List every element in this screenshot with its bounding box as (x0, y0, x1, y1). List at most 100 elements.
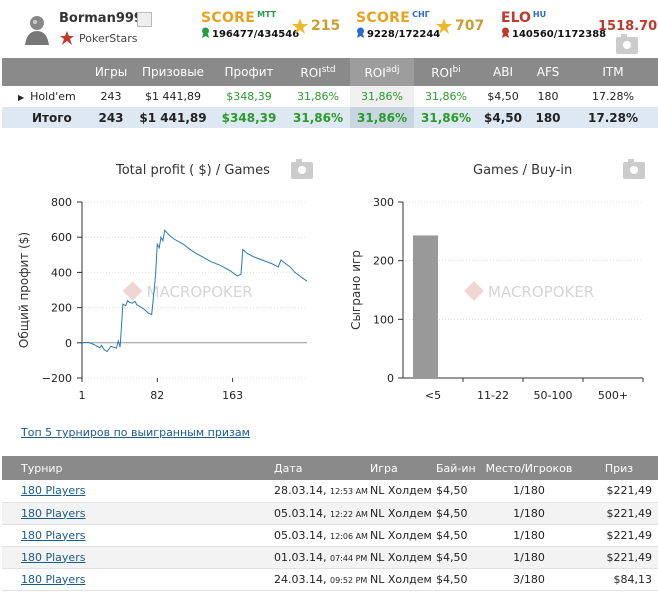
watermark-text: MACROPOKER (488, 283, 594, 301)
player-name[interactable]: Borman999 (59, 11, 143, 26)
table-row[interactable]: ▶ Hold'em 243 $1 441,89 $348,39 31,86% 31… (2, 86, 658, 107)
cell-game: NL Холдем (370, 546, 436, 569)
col-header-roi-adj[interactable]: ROIadj (350, 58, 414, 86)
elo-label: ELO (501, 10, 531, 26)
y-tick-label: 300 (373, 196, 394, 209)
total-games: 243 (88, 107, 134, 128)
table-row[interactable]: 180 Players 01.03.14, 07:44 PM NL Холдем $4… (2, 546, 658, 569)
cell-roi-std: 31,86% (297, 90, 339, 103)
table-row[interactable]: 180 Players 24.03.14, 09:52 PM NL Холдем $4… (2, 568, 658, 591)
x-tick-label: 11-22 (477, 389, 509, 402)
tournament-name-link[interactable]: 180 Players (2, 502, 274, 525)
tournament-name-link[interactable]: 180 Players (2, 546, 274, 569)
top-tournaments-link[interactable]: Топ 5 турниров по выигранным призам (21, 426, 250, 439)
expand-arrow-icon[interactable]: ▶ (18, 93, 24, 102)
score-mtt-rank: 196477/434546 (212, 29, 300, 40)
tournament-name-link[interactable]: 180 Players (2, 524, 274, 547)
y-axis-label: Общий профит ($) (17, 232, 31, 348)
cell-afs: 180 (537, 90, 559, 103)
col-header-game[interactable]: Игра (370, 456, 436, 480)
cell-games: 243 (100, 90, 122, 103)
camera-icon[interactable] (623, 159, 645, 179)
cell-buyin: $4,50 (436, 480, 478, 503)
col-header-roi-bi[interactable]: ROIbi (414, 58, 478, 86)
cell-prize: $1 441,89 (145, 90, 201, 103)
x-tick-label: 82 (150, 389, 164, 402)
cell-prize: $221,49 (580, 524, 658, 547)
total-roi-bi: 31,86% (414, 107, 478, 128)
col-header-buyin[interactable]: Бай-ин (436, 456, 478, 480)
total-row: Итого 243 $1 441,89 $348,39 31,86% 31,86… (2, 107, 658, 128)
cell-game: NL Холдем (370, 480, 436, 503)
camera-icon[interactable] (291, 159, 313, 179)
cell-game: NL Холдем (370, 524, 436, 547)
col-header-prize[interactable]: Призовые (134, 58, 212, 86)
score-sng-label: SCORE (356, 10, 411, 26)
col-header-profit[interactable]: Профит (212, 58, 286, 86)
cell-date: 01.03.14, 07:44 PM (274, 546, 370, 569)
cell-buyin: $4,50 (436, 524, 478, 547)
col-header-roi-std[interactable]: ROIstd (286, 58, 350, 86)
y-axis-label: Сыграно игр (349, 250, 363, 330)
score-sng-rank: 9228/172244 (367, 29, 441, 40)
x-tick-label: 163 (222, 389, 243, 402)
cell-prize: $221,49 (580, 502, 658, 525)
y-tick-label: 0 (387, 372, 394, 385)
medal-icon (357, 27, 364, 38)
score-sng-stars: 707 (455, 18, 485, 34)
bar (413, 235, 438, 378)
score-mtt-stars: 215 (311, 18, 341, 34)
room-name: PokerStars (79, 32, 138, 45)
col-header-tournament[interactable]: Турнир (2, 456, 274, 480)
tournament-name-link[interactable]: 180 Players (2, 480, 274, 503)
y-tick-label: 800 (51, 196, 72, 209)
y-tick-label: 200 (373, 255, 394, 268)
y-tick-label: 0 (65, 337, 72, 350)
elo-sup: HU (532, 10, 547, 19)
col-header-abi[interactable]: ABI (478, 58, 528, 86)
cell-place: 1/180 (478, 480, 580, 503)
cell-date: 05.03.14, 12:22 AM (274, 502, 370, 525)
y-tick-label: 100 (373, 313, 394, 326)
total-afs: 180 (528, 107, 568, 128)
cell-place: 1/180 (478, 524, 580, 547)
score-sng: SCORE СНГ 9228/172244 (356, 10, 440, 40)
tournament-name-link[interactable]: 180 Players (2, 568, 274, 591)
camera-icon[interactable] (616, 34, 638, 54)
cell-game: NL Холдем (370, 502, 436, 525)
x-tick-label: 1 (79, 389, 86, 402)
buyin-chart-title: Games / Buy-in (473, 163, 573, 178)
col-header-itm[interactable]: ITM (568, 58, 658, 86)
profile-card-icon[interactable] (137, 12, 152, 27)
col-header-games[interactable]: Игры (88, 58, 134, 86)
x-tick-label: <5 (425, 389, 441, 402)
cell-prize: $84,13 (580, 568, 658, 591)
cell-buyin: $4,50 (436, 502, 478, 525)
score-mtt-label: SCORE (201, 10, 256, 26)
table-row[interactable]: 180 Players 28.03.14, 12:53 AM NL Холдем $4… (2, 480, 658, 503)
cell-buyin: $4,50 (436, 568, 478, 591)
tournaments-table: Турнир Дата Игра Бай-ин Место/Игроков Пр… (2, 456, 658, 591)
watermark-diamond-icon (122, 281, 143, 301)
cell-profit: $348,39 (226, 90, 272, 103)
col-header-afs[interactable]: AFS (528, 58, 568, 86)
table-row[interactable]: 180 Players 05.03.14, 12:06 AM NL Холдем $4… (2, 524, 658, 547)
x-tick-label: 50-100 (534, 389, 573, 402)
cell-place: 3/180 (478, 568, 580, 591)
col-header-place[interactable]: Место/Игроков (478, 456, 580, 480)
score-mtt: SCORE MTT 196477/434546 (201, 10, 299, 40)
cell-roi-adj: 31,86% (350, 86, 414, 107)
profit-chart-title: Total profit ( $) / Games (116, 163, 270, 178)
total-roi-adj: 31,86% (350, 107, 414, 128)
avatar-icon (25, 16, 49, 45)
y-tick-label: −200 (42, 372, 72, 385)
total-itm: 17.28% (568, 107, 658, 128)
total-prize: $1 441,89 (134, 107, 212, 128)
table-row[interactable]: 180 Players 05.03.14, 12:22 AM NL Холдем $4… (2, 502, 658, 525)
col-header-blank (2, 58, 88, 86)
row-name[interactable]: ▶ Hold'em (2, 86, 88, 107)
col-header-date[interactable]: Дата (274, 456, 370, 480)
elo-block: ELO HU 140560/1172388 (501, 10, 606, 40)
cell-prize: $221,49 (580, 546, 658, 569)
col-header-prize[interactable]: Приз (580, 456, 658, 480)
